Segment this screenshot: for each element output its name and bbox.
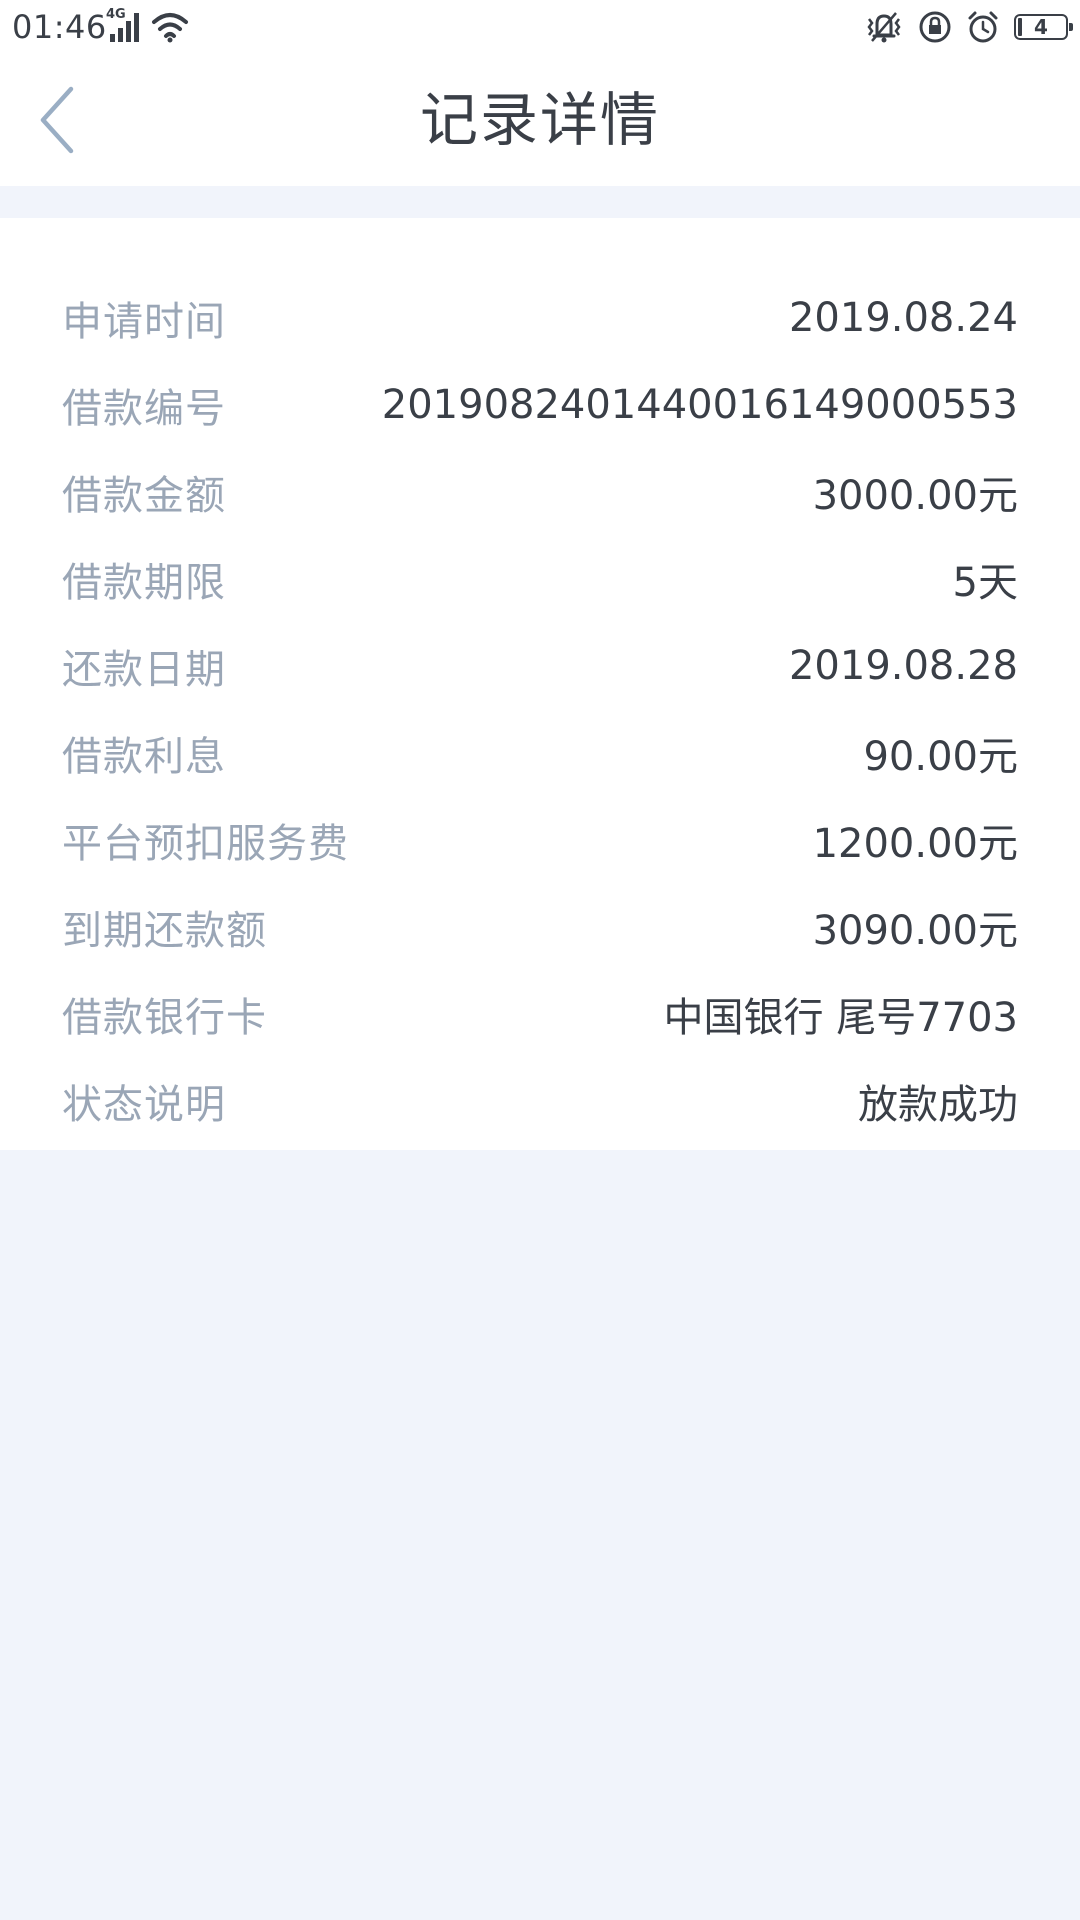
detail-label: 借款金额: [62, 472, 226, 519]
system-indicators: 4: [864, 8, 1073, 46]
detail-row-due-amount: 到期还款额 3090.00元: [62, 883, 1018, 970]
detail-label: 还款日期: [62, 646, 226, 693]
detail-label: 平台预扣服务费: [62, 820, 349, 867]
detail-label: 状态说明: [62, 1081, 226, 1128]
detail-value: 5天: [952, 559, 1018, 606]
detail-row-loan-term: 借款期限 5天: [62, 535, 1018, 622]
status-time: 01:46: [12, 8, 107, 46]
detail-row-interest: 借款利息 90.00元: [62, 709, 1018, 796]
battery-icon: 4: [1014, 14, 1073, 40]
detail-row-apply-time: 申请时间 2019.08.24: [62, 274, 1018, 361]
detail-list: 申请时间 2019.08.24 借款编号 2019082401440016149…: [62, 274, 1018, 1144]
header: 记录详情: [0, 54, 1080, 186]
detail-value: 2019.08.24: [788, 294, 1018, 341]
detail-row-service-fee: 平台预扣服务费 1200.00元: [62, 796, 1018, 883]
wifi-icon: [152, 13, 188, 43]
detail-value: 3090.00元: [812, 907, 1018, 954]
detail-label: 到期还款额: [62, 907, 267, 954]
detail-label: 借款银行卡: [62, 994, 267, 1041]
detail-value: 放款成功: [858, 1081, 1018, 1128]
detail-row-status: 状态说明 放款成功: [62, 1057, 1018, 1144]
detail-label: 借款编号: [62, 385, 226, 432]
detail-value: 中国银行 尾号7703: [663, 994, 1018, 1041]
detail-row-loan-number: 借款编号 20190824014400161490005​53: [62, 361, 1018, 448]
alarm-icon: [968, 11, 998, 43]
record-detail-card: 申请时间 2019.08.24 借款编号 2019082401440016149…: [0, 218, 1080, 1150]
page-title: 记录详情: [419, 86, 660, 154]
detail-value: 90.00元: [863, 733, 1018, 780]
detail-label: 申请时间: [62, 298, 226, 345]
detail-label: 借款期限: [62, 559, 226, 606]
status-bar: 01:46 4G 4: [0, 0, 1080, 54]
battery-level: 4: [1034, 15, 1048, 39]
detail-row-bank-card: 借款银行卡 中国银行 尾号7703: [62, 970, 1018, 1057]
detail-row-loan-amount: 借款金额 3000.00元: [62, 448, 1018, 535]
rotation-lock-icon: [919, 11, 951, 43]
detail-row-repayment-date: 还款日期 2019.08.28: [62, 622, 1018, 709]
vibrate-icon: [867, 12, 901, 43]
network-indicators: 4G: [106, 7, 190, 44]
detail-value: 2019.08.28: [788, 642, 1018, 689]
detail-label: 借款利息: [62, 733, 226, 780]
detail-value: 1200.00元: [812, 820, 1018, 867]
detail-value: 20190824014400161490005​53: [381, 381, 1018, 428]
detail-value: 3000.00元: [812, 472, 1018, 519]
section-divider: [0, 186, 1080, 218]
network-type-label: 4G: [106, 7, 126, 22]
